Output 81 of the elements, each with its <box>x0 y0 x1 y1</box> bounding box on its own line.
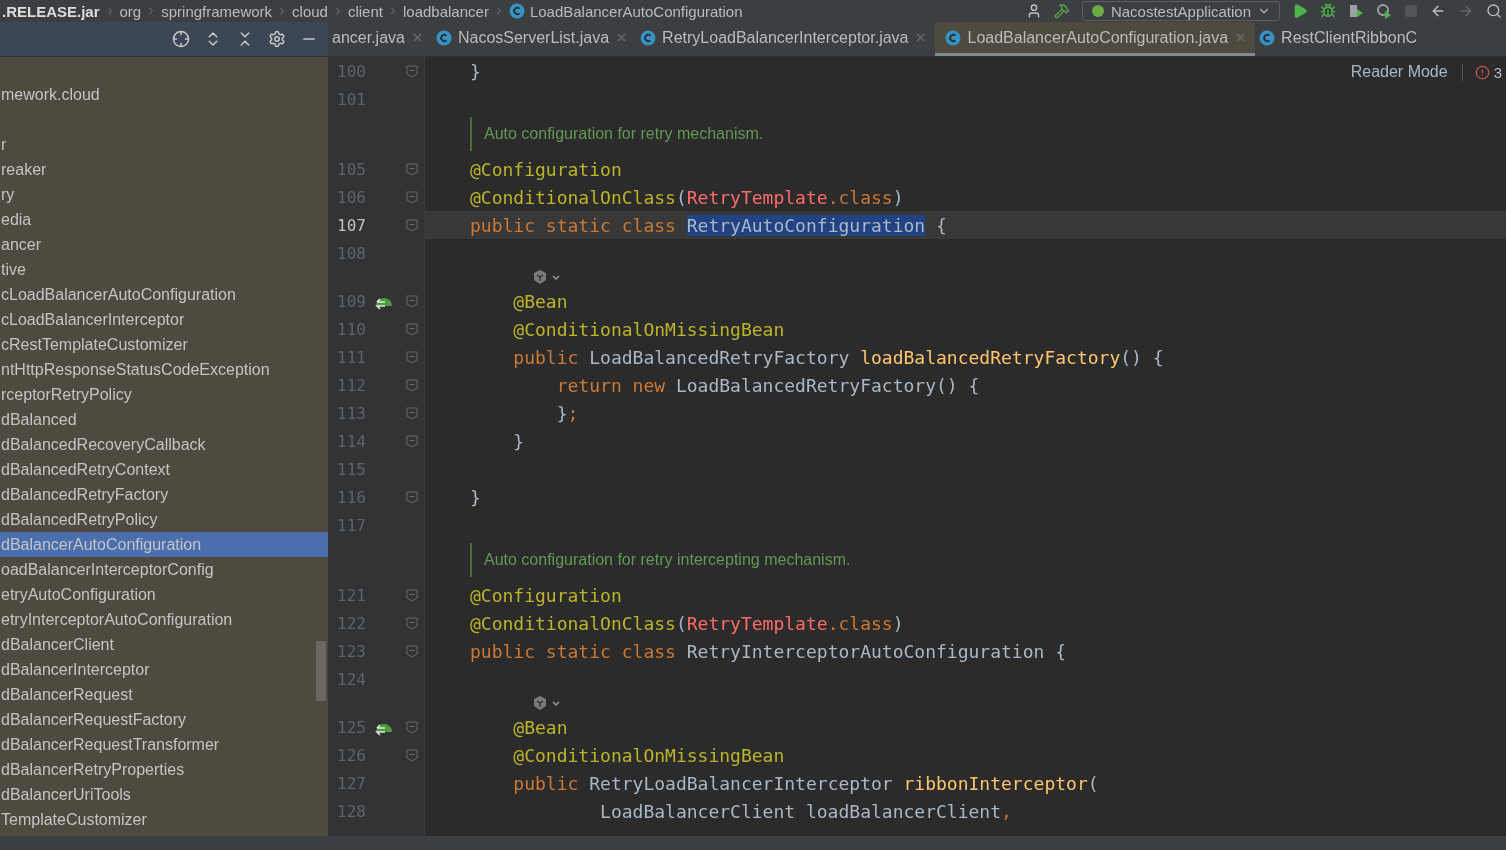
tree-item[interactable]: oadBalancerInterceptorConfig <box>0 557 328 582</box>
profiler-icon[interactable] <box>1376 3 1392 19</box>
class-icon <box>435 29 452 46</box>
tree-item[interactable]: reaker <box>0 157 328 182</box>
fold-icon[interactable] <box>406 490 418 504</box>
forward-icon[interactable] <box>1458 3 1474 19</box>
tree-item[interactable]: tive <box>0 257 328 282</box>
error-icon[interactable] <box>1474 64 1490 80</box>
fold-icon[interactable] <box>406 644 418 658</box>
run-config-dropdown[interactable]: NacostestApplication <box>1081 1 1280 21</box>
fold-icon[interactable] <box>406 190 418 204</box>
tree-item[interactable]: dBalancedRetryPolicy <box>0 507 328 532</box>
class-icon <box>640 29 657 46</box>
breadcrumb-item[interactable]: LoadBalancerAutoConfiguration <box>508 2 743 20</box>
run-icon[interactable] <box>1292 3 1308 19</box>
error-count: 3 <box>1493 63 1502 81</box>
tree-item[interactable]: dBalancerRetryProperties <box>0 757 328 782</box>
fold-icon[interactable] <box>406 350 418 364</box>
tree-item[interactable]: dBalancerAutoConfiguration <box>0 532 328 557</box>
class-icon <box>1259 29 1276 46</box>
tree-item[interactable]: dBalancerRequestFactory <box>0 707 328 732</box>
editor-tab[interactable]: LoadBalancerAutoConfiguration.java <box>935 22 1256 56</box>
class-icon <box>508 3 525 19</box>
fold-icon[interactable] <box>406 588 418 602</box>
back-icon[interactable] <box>1430 3 1446 19</box>
tree-item[interactable]: mework.cloud <box>0 82 328 107</box>
tree-item[interactable]: dBalancedRecoveryCallback <box>0 432 328 457</box>
tree-item[interactable]: edia <box>0 207 328 232</box>
tree-item[interactable]: ry <box>0 182 328 207</box>
coverage-icon[interactable] <box>1348 3 1364 19</box>
fold-icon[interactable] <box>406 406 418 420</box>
class-icon <box>945 29 962 46</box>
breadcrumb-item[interactable]: .RELEASE.jar <box>2 2 100 20</box>
fold-icon[interactable] <box>406 616 418 630</box>
editor-tab[interactable]: ancer.java <box>328 22 432 56</box>
tree-item[interactable]: dBalancerClient <box>0 632 328 657</box>
doc-text: Auto configuration for retry mechanism. <box>484 125 764 143</box>
breadcrumb-item[interactable]: org <box>119 2 142 20</box>
tree-item[interactable]: etryInterceptorAutoConfiguration <box>0 607 328 632</box>
tree-item[interactable]: dBalanced <box>0 407 328 432</box>
debug-icon[interactable] <box>1320 3 1336 19</box>
fold-icon[interactable] <box>406 378 418 392</box>
hammer-icon[interactable] <box>1053 3 1070 19</box>
search-icon[interactable] <box>1486 3 1502 19</box>
fold-icon[interactable] <box>406 748 418 762</box>
tree-item[interactable]: dBalancerRequest <box>0 682 328 707</box>
tree-item[interactable]: cLoadBalancerAutoConfiguration <box>0 282 328 307</box>
fold-icon[interactable] <box>406 434 418 448</box>
tree-item[interactable]: rceptorRetryPolicy <box>0 382 328 407</box>
scrollbar-thumb[interactable] <box>316 641 326 701</box>
reader-mode-link[interactable]: Reader Mode <box>1350 63 1448 81</box>
tree-item[interactable]: ntHttpResponseStatusCodeException <box>0 357 328 382</box>
editor-tab[interactable]: NacosServerList.java <box>431 22 637 56</box>
fold-icon[interactable] <box>406 720 418 734</box>
stop-icon[interactable] <box>1404 4 1418 18</box>
fold-icon[interactable] <box>406 294 418 308</box>
fold-icon[interactable] <box>406 64 418 78</box>
breadcrumb-item[interactable]: cloud <box>292 2 328 20</box>
editor-tab[interactable]: RetryLoadBalancerInterceptor.java <box>636 22 936 56</box>
breadcrumb-item[interactable]: loadbalancer <box>403 2 489 20</box>
tree-item[interactable]: dBalancerInterceptor <box>0 657 328 682</box>
fold-icon[interactable] <box>406 218 418 232</box>
doc-text: Auto configuration for retry intercepting mechanism. <box>484 551 851 569</box>
locate-icon[interactable] <box>172 30 190 48</box>
editor-tab[interactable]: RestClientRibbonC <box>1255 22 1426 56</box>
tree-item[interactable]: dBalancerUriTools <box>0 782 328 807</box>
breadcrumb-item[interactable]: client <box>347 2 383 20</box>
tree-item[interactable]: etryAutoConfiguration <box>0 582 328 607</box>
tree-item[interactable]: cLoadBalancerInterceptor <box>0 307 328 332</box>
line-number: 107 <box>336 215 366 235</box>
fold-icon[interactable] <box>406 162 418 176</box>
tree-item[interactable]: TemplateCustomizer <box>0 807 328 832</box>
tree-item[interactable]: dBalancerRequestTransformer <box>0 732 328 757</box>
settings-icon[interactable] <box>268 30 286 48</box>
fold-icon[interactable] <box>406 322 418 336</box>
tree-item[interactable]: dBalancedRetryContext <box>0 457 328 482</box>
tree-item[interactable]: r <box>0 132 328 157</box>
breadcrumb-item[interactable]: springframework <box>161 2 273 20</box>
tree-item[interactable]: cRestTemplateCustomizer <box>0 332 328 357</box>
tree-item[interactable]: dBalancedRetryFactory <box>0 482 328 507</box>
tree-item[interactable]: ancer <box>0 232 328 257</box>
